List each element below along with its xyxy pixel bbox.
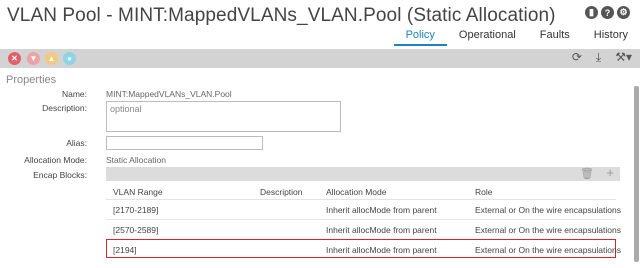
role-cell: External or On the wire encapsulations <box>475 245 621 255</box>
table-row-selected[interactable]: [2194] Inherit allocMode from parent Ext… <box>106 239 621 258</box>
tab-bar: Policy Operational Faults History <box>393 29 640 46</box>
column-header-vlan-range[interactable]: VLAN Range <box>113 187 163 197</box>
minor-fault-icon[interactable]: ▲ <box>45 52 58 65</box>
alias-field[interactable] <box>106 136 263 150</box>
download-icon[interactable]: ⤓ <box>596 50 601 65</box>
tab-operational[interactable]: Operational <box>447 29 528 46</box>
help-icon[interactable]: ? <box>601 6 614 19</box>
vlan-range-cell: [2570-2589] <box>113 225 159 235</box>
role-cell: External or On the wire encapsulations <box>475 205 621 215</box>
tab-policy[interactable]: Policy <box>393 29 447 46</box>
role-cell: External or On the wire encapsulations <box>475 225 621 235</box>
name-label: Name: <box>61 89 87 99</box>
warning-fault-icon[interactable]: ● <box>63 52 76 65</box>
tab-faults[interactable]: Faults <box>528 29 582 46</box>
vertical-scrollbar[interactable] <box>634 86 639 262</box>
toolbar: ✕ ▼ ▲ ● ⟳ ⤓ ⚒▾ <box>0 49 640 68</box>
tools-icon[interactable]: ⚒▾ <box>615 50 632 65</box>
refresh-icon[interactable]: ⟳ <box>572 50 582 65</box>
table-row[interactable]: [2170-2189] Inherit allocMode from paren… <box>106 199 621 218</box>
allocation-mode-label: Allocation Mode: <box>24 155 87 165</box>
allocation-mode-cell: Inherit allocMode from parent <box>326 245 437 255</box>
description-label: Description: <box>42 103 87 113</box>
column-header-role[interactable]: Role <box>475 187 492 197</box>
vlan-range-cell: [2194] <box>113 245 137 255</box>
alias-label: Alias: <box>66 138 87 148</box>
critical-fault-icon[interactable]: ✕ <box>8 52 21 65</box>
header-icons: ▮ ? ⚙ <box>585 6 630 19</box>
major-fault-icon[interactable]: ▼ <box>27 52 40 65</box>
allocation-mode-value: Static Allocation <box>106 155 167 165</box>
settings-icon[interactable]: ⚙ <box>617 6 630 19</box>
encap-blocks-toolbar: 🗑 + <box>106 165 620 181</box>
add-icon[interactable]: + <box>606 165 614 180</box>
vlan-range-cell: [2170-2189] <box>113 205 159 215</box>
bookmark-icon[interactable]: ▮ <box>585 6 598 19</box>
delete-icon[interactable]: 🗑 <box>580 167 594 180</box>
tab-history[interactable]: History <box>582 29 640 46</box>
column-header-description[interactable]: Description <box>260 187 303 197</box>
properties-heading: Properties <box>6 74 57 86</box>
column-header-allocation-mode[interactable]: Allocation Mode <box>326 187 386 197</box>
name-value: MINT:MappedVLANs_VLAN.Pool <box>106 89 232 99</box>
encap-blocks-label: Encap Blocks: <box>33 170 87 180</box>
table-row[interactable]: [2570-2589] Inherit allocMode from paren… <box>106 219 621 238</box>
page-title: VLAN Pool - MINT:MappedVLANs_VLAN.Pool (… <box>7 5 556 26</box>
description-field[interactable]: optional <box>106 101 341 132</box>
allocation-mode-cell: Inherit allocMode from parent <box>326 205 437 215</box>
allocation-mode-cell: Inherit allocMode from parent <box>326 225 437 235</box>
